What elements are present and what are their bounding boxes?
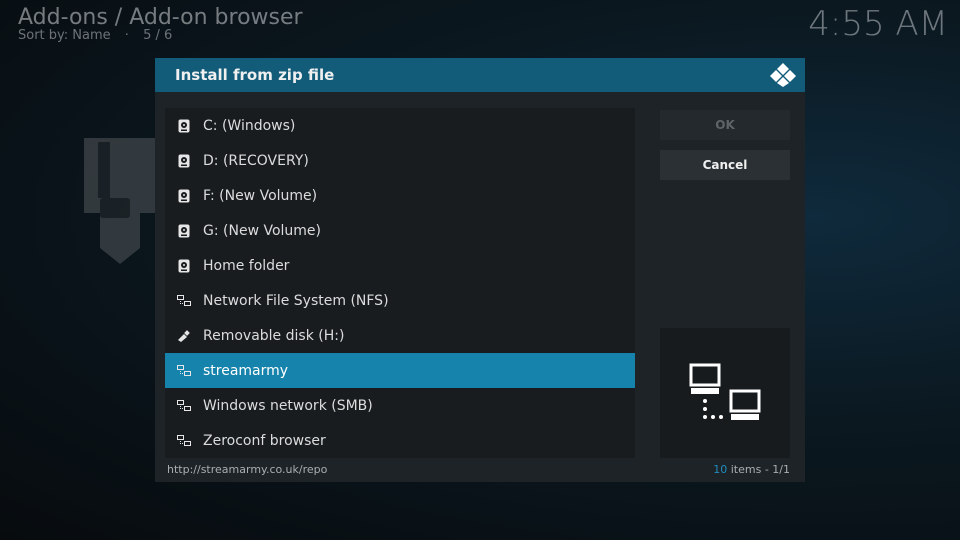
list-item-label: Network File System (NFS) — [203, 292, 389, 309]
list-item-label: C: (Windows) — [203, 117, 296, 134]
zip-install-icon — [84, 138, 156, 264]
sort-label: Sort by: Name — [18, 28, 111, 43]
list-item[interactable]: streamarmy — [165, 353, 635, 388]
list-item-label: F: (New Volume) — [203, 187, 318, 204]
network-icon — [177, 294, 191, 308]
hard-drive-icon — [177, 189, 191, 203]
install-zip-dialog: Install from zip file C: (Windows) D: (RE… — [155, 58, 805, 482]
ok-button[interactable]: OK — [660, 110, 790, 140]
usb-icon — [177, 329, 191, 343]
preview-panel — [660, 328, 790, 458]
bullet: · — [124, 28, 129, 43]
list-item[interactable]: G: (New Volume) — [165, 213, 635, 248]
hard-drive-icon — [177, 119, 191, 133]
hard-drive-icon — [177, 224, 191, 238]
list-item[interactable]: Removable disk (H:) — [165, 318, 635, 353]
list-item-label: Home folder — [203, 257, 290, 274]
kodi-logo-icon — [770, 63, 796, 87]
network-icon — [177, 364, 191, 378]
cancel-button[interactable]: Cancel — [660, 150, 790, 180]
item-count-number: 10 — [713, 463, 728, 476]
list-item-label: Zeroconf browser — [203, 432, 326, 449]
list-item[interactable]: D: (RECOVERY) — [165, 143, 635, 178]
network-icon — [177, 434, 191, 448]
list-item[interactable]: C: (Windows) — [165, 108, 635, 143]
list-item-label: Removable disk (H:) — [203, 327, 345, 344]
dialog-header: Install from zip file — [155, 58, 805, 92]
position-indicator: 5 / 6 — [143, 28, 173, 43]
network-large-icon — [689, 363, 761, 420]
item-count: 10 items - 1/1 — [713, 463, 790, 476]
list-item[interactable]: Home folder — [165, 248, 635, 283]
current-path: http://streamarmy.co.uk/repo — [167, 463, 328, 476]
list-item[interactable]: F: (New Volume) — [165, 178, 635, 213]
dialog-title: Install from zip file — [175, 66, 335, 84]
list-item[interactable]: Network File System (NFS) — [165, 283, 635, 318]
hard-drive-icon — [177, 259, 191, 273]
list-item-label: Windows network (SMB) — [203, 397, 373, 414]
list-item-label: D: (RECOVERY) — [203, 152, 309, 169]
hard-drive-icon — [177, 154, 191, 168]
list-item-label: streamarmy — [203, 362, 289, 379]
window-title: Add-ons / Add-on browser — [18, 5, 303, 30]
item-count-suffix: items - 1/1 — [727, 463, 790, 476]
list-item[interactable]: Windows network (SMB) — [165, 388, 635, 423]
dialog-footer: http://streamarmy.co.uk/repo 10 items - … — [167, 463, 790, 476]
network-icon — [177, 399, 191, 413]
list-item[interactable]: Zeroconf browser — [165, 423, 635, 458]
sort-info: Sort by: Name · 5 / 6 — [18, 28, 172, 43]
clock: 4:55 AM — [808, 4, 948, 44]
list-item-label: G: (New Volume) — [203, 222, 321, 239]
source-list: C: (Windows) D: (RECOVERY) F: (New Volume)… — [165, 108, 635, 458]
